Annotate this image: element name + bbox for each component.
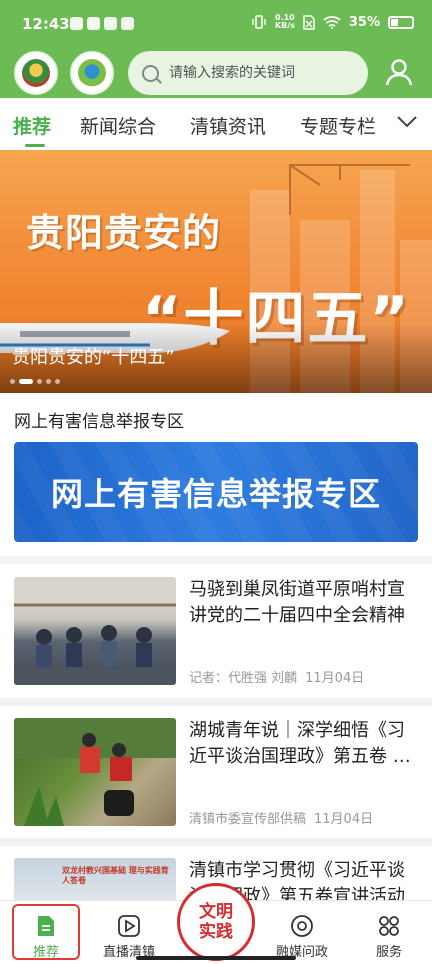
report-card-text: 网上有害信息举报专区 [50, 475, 381, 513]
news-item[interactable]: 马骁到巢凤街道平原哨村宣讲党的二十届四中全会精神 记者：代胜强 刘麟 11月04日 [14, 577, 418, 687]
carousel-dot[interactable] [46, 379, 51, 384]
news-title: 湖城青年说｜深学细悟《习近平谈治国理政》第五卷 青年担当 [189, 720, 411, 767]
civilization-practice-button[interactable]: 文明 实践 [177, 883, 255, 961]
tab-recommend[interactable]: 推荐 [13, 112, 51, 139]
thumb-sign-text: 双龙村教兴国基础 理与实践育人答卷 [62, 866, 169, 885]
carousel-dot[interactable] [10, 379, 15, 384]
nav-services[interactable]: 服务 [346, 909, 432, 960]
nav-live[interactable]: 直播清镇 [86, 909, 172, 960]
status-right: 0.10 KB/s 35% [251, 14, 414, 30]
report-zone-card[interactable]: 网上有害信息举报专区 [14, 442, 418, 542]
center-badge-line1: 文明 [199, 902, 233, 922]
play-icon [118, 915, 140, 937]
volunteers-photo [14, 718, 176, 826]
news-source: 清镇市委宣传部供稿 [189, 812, 307, 827]
banner-caption: 贵阳贵安的“十四五” [12, 347, 175, 368]
app-notification-icon [121, 17, 134, 30]
county-logo[interactable] [14, 51, 58, 95]
notification-icons [70, 17, 134, 30]
report-section-title: 网上有害信息举报专区 [14, 412, 184, 432]
carousel-dot[interactable] [55, 379, 60, 384]
status-time: 12:43 [22, 15, 70, 33]
tab-special-topics[interactable]: 专题专栏 [300, 112, 376, 139]
carousel-dot-active[interactable] [19, 379, 33, 384]
wifi-icon [323, 16, 341, 29]
county-emblem-icon [22, 59, 50, 87]
net-speed: 0.10 KB/s [275, 14, 295, 30]
app-notification-icon [70, 17, 83, 30]
nav-inquiry[interactable]: 融媒问政 [259, 909, 345, 960]
carousel-dots [10, 379, 60, 384]
category-tabs: 推荐 新闻综合 清镇资讯 专题专栏 [0, 98, 432, 150]
news-item[interactable]: 湖城青年说｜深学细悟《习近平谈治国理政》第五卷 青年担当 清镇市委宣传部供稿 11… [14, 718, 418, 828]
user-profile-icon[interactable] [384, 57, 414, 87]
search-icon [142, 64, 159, 82]
carousel-dot[interactable] [37, 379, 42, 384]
chevron-down-icon[interactable] [396, 115, 418, 129]
nav-label: 服务 [375, 945, 402, 960]
news-author: 记者：代胜强 刘麟 [189, 671, 298, 686]
news-thumbnail [14, 718, 176, 826]
net-speed-unit: KB/s [274, 21, 295, 30]
meeting-photo [14, 577, 176, 685]
sim-off-icon [303, 14, 315, 30]
home-indicator[interactable] [136, 956, 296, 960]
news-meta: 记者：代胜强 刘麟 11月04日 [189, 667, 364, 686]
search-bar[interactable] [128, 51, 368, 95]
search-input[interactable] [169, 65, 349, 81]
media-center-logo[interactable] [70, 51, 114, 95]
active-tab-indicator [25, 144, 45, 147]
app-notification-icon [87, 17, 100, 30]
banner-carousel[interactable]: 贵阳贵安的 “十四五” 贵阳贵安的“十四五” [0, 150, 432, 393]
banner-headline: 贵阳贵安的 [26, 211, 222, 255]
nav-highlight-box [12, 904, 80, 960]
news-thumbnail [14, 577, 176, 685]
battery-icon [388, 15, 414, 29]
target-icon [291, 915, 313, 937]
section-divider [0, 698, 432, 706]
news-meta: 清镇市委宣传部供稿 11月04日 [189, 808, 373, 827]
tab-general-news[interactable]: 新闻综合 [80, 112, 156, 139]
app-notification-icon [104, 17, 117, 30]
news-title: 马骁到巢凤街道平原哨村宣讲党的二十届四中全会精神 [189, 579, 405, 626]
section-divider [0, 838, 432, 846]
app-header [0, 48, 432, 98]
battery-percent: 35% [348, 14, 380, 30]
status-bar: 12:43 0.10 KB/s 35% [0, 0, 432, 48]
center-badge-line2: 实践 [199, 922, 233, 942]
media-center-emblem-icon [78, 59, 106, 87]
section-divider [0, 556, 432, 564]
news-date: 11月04日 [305, 671, 365, 686]
vibrate-icon [252, 15, 266, 29]
news-date: 11月04日 [314, 812, 374, 827]
grid-icon [379, 916, 399, 936]
tab-qingzhen-news[interactable]: 清镇资讯 [190, 112, 266, 139]
crane-icon [289, 164, 410, 215]
